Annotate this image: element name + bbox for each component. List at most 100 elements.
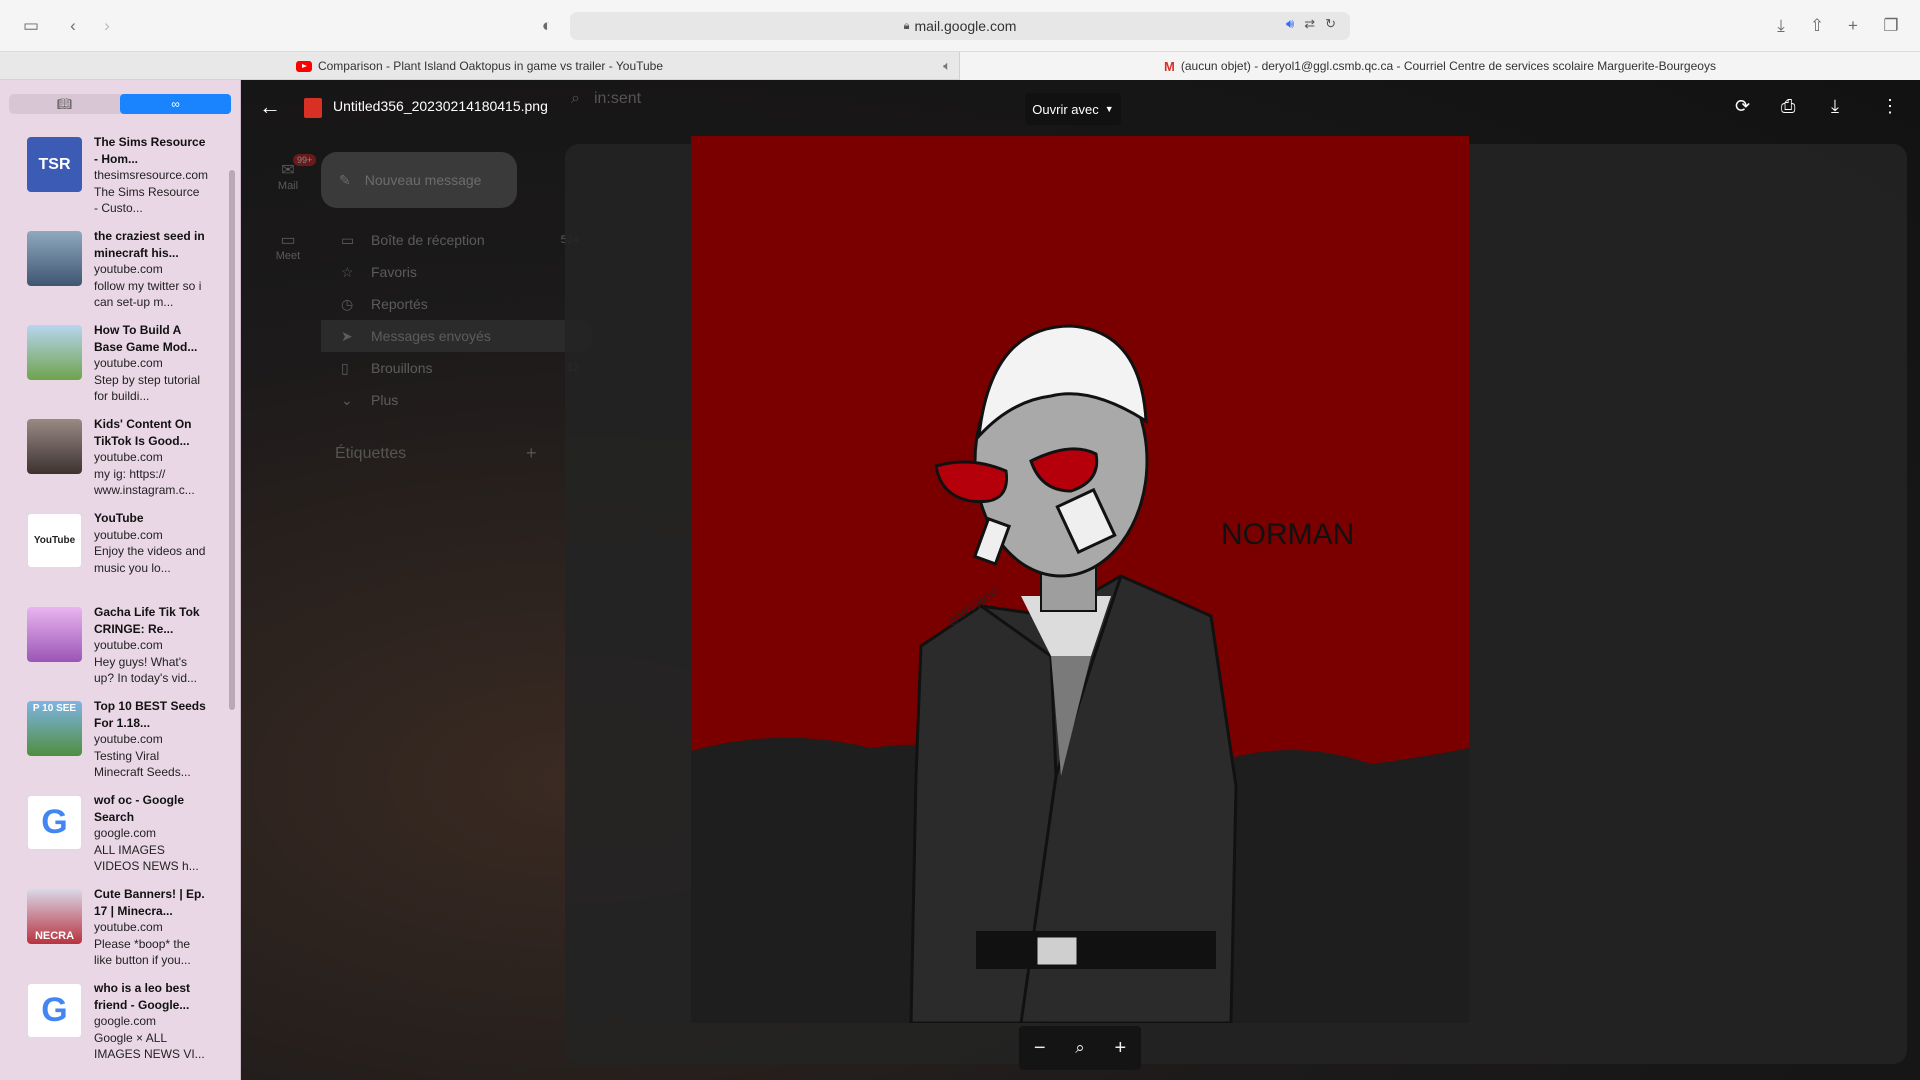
open-with-label: Ouvrir avec [1032, 101, 1099, 117]
zoom-reset-icon[interactable]: ⌕ [1075, 1038, 1085, 1058]
audio-icon[interactable]: 🔈︎ [943, 58, 951, 74]
tab-title: Comparison - Plant Island Oaktopus in ga… [317, 59, 664, 73]
list-item[interactable]: Kids' Content On TikTok Is Good... youtub… [0, 416, 240, 510]
video-icon: ▭ [280, 232, 296, 249]
google-logo-icon: G [27, 795, 82, 850]
reading-list: TSR The Sims Resource - Hom... thesimsres… [0, 134, 240, 1074]
compose-button[interactable]: ✎ Nouveau message [321, 152, 517, 208]
new-tab-icon[interactable]: + [1840, 13, 1866, 39]
folder-snoozed[interactable]: ◷ Reportés [321, 288, 593, 320]
tab-title: (aucun objet) - deryol1@ggl.csmb.qc.ca -… [1180, 59, 1716, 73]
youtube-favicon-icon [295, 60, 312, 72]
privacy-shield-icon[interactable]: ◐ [534, 13, 560, 39]
browser-sidebar: 📖︎ ∞ TSR The Sims Resource - Hom... thesi… [0, 80, 241, 1080]
folder-label: Brouillons [371, 360, 433, 376]
item-title: wof oc - Google Search [94, 793, 184, 824]
rail-label: Meet [275, 250, 301, 262]
address-bar[interactable]: 🔒︎ mail.google.com 🔊︎ ⇄ ↻ [570, 12, 1350, 40]
item-desc: Please *boop* the like button if you... [94, 936, 191, 968]
item-title: Cute Banners! | Ep. 17 | Minecra... [94, 887, 205, 918]
share-icon[interactable]: ⇧ [1804, 13, 1830, 39]
item-title: who is a leo best friend - Google... [94, 981, 191, 1012]
thumbnail [27, 231, 82, 286]
rail-mail[interactable]: ✉ 99+ Mail [263, 154, 317, 192]
thumbnail: NECRA [27, 889, 82, 944]
list-item[interactable]: G wof oc - Google Search google.com ALL IM… [0, 792, 240, 886]
star-icon: ☆ [341, 263, 354, 280]
tab-overview-icon[interactable]: ❐ [1878, 13, 1904, 39]
drawing-artwork: NORMAN @MrCyprus [691, 136, 1469, 1023]
folder-label: Reportés [371, 296, 428, 312]
reload-icon[interactable]: ↻ [1325, 16, 1336, 32]
thumbnail [27, 325, 82, 380]
sidebar-scrollbar[interactable] [229, 170, 235, 710]
item-site: youtube.com [94, 450, 163, 464]
folder-drafts[interactable]: ▯Brouillons12 [321, 352, 593, 384]
list-item[interactable]: NECRA Cute Banners! | Ep. 17 | Minecra..… [0, 886, 240, 980]
add-label-icon[interactable]: + [526, 443, 537, 464]
gmail-navigation: ✉ 99+ Mail ▭ Meet ✎ Nouveau message ▭ Boî… [241, 80, 593, 1080]
folder-more[interactable]: ⌄ Plus [321, 384, 593, 416]
download-icon[interactable]: ⤓ [1831, 96, 1839, 117]
list-item[interactable]: Gacha Life Tik Tok CRINGE: Re... youtube.… [0, 604, 240, 698]
folder-label: Boîte de réception [371, 232, 485, 248]
folder-starred[interactable]: ☆ Favoris [321, 256, 593, 288]
close-viewer-back-icon[interactable]: ← [259, 94, 281, 120]
badge: 99+ [293, 154, 317, 166]
item-desc: Enjoy the videos and music you lo... [94, 544, 206, 575]
item-desc: Step by step tutorial for buildi... [94, 372, 201, 404]
rail-label: Mail [277, 180, 299, 192]
drawing-name-text: NORMAN [1221, 518, 1354, 551]
list-item[interactable]: P 10 SEE Top 10 BEST Seeds For 1.18... yo… [0, 698, 240, 792]
list-item[interactable]: the craziest seed in minecraft his... you… [0, 228, 240, 322]
forward-icon[interactable]: › [94, 13, 120, 39]
zoom-in-icon[interactable]: + [1114, 1037, 1126, 1060]
item-desc: follow my twitter so i can set-up m... [94, 278, 202, 310]
item-title: Kids' Content On TikTok Is Good... [94, 417, 192, 448]
folder-sent[interactable]: ➤ Messages envoyés [321, 320, 593, 352]
reading-list-tab-icon[interactable]: ∞ [120, 94, 231, 114]
thumbnail [27, 607, 82, 662]
item-desc: Google × ALL IMAGES NEWS VI... [94, 1030, 205, 1062]
lock-icon: 🔒︎ [903, 19, 910, 32]
translate-icon[interactable]: ⇄ [1304, 16, 1315, 32]
thumbnail [27, 419, 82, 474]
list-item[interactable]: G who is a leo best friend - Google... go… [0, 980, 240, 1074]
thumbnail: TSR [27, 137, 82, 192]
rail-meet[interactable]: ▭ Meet [263, 230, 313, 262]
item-title: How To Build A Base Game Mod... [94, 323, 198, 354]
item-title: The Sims Resource - Hom... [94, 135, 206, 166]
list-item[interactable]: How To Build A Base Game Mod... youtube.c… [0, 322, 240, 416]
tab-bar: Comparison - Plant Island Oaktopus in ga… [0, 52, 1920, 80]
item-desc: The Sims Resource - Custo... [94, 184, 200, 216]
inbox-icon: ▭ [341, 231, 355, 248]
send-icon: ➤ [341, 327, 353, 344]
sidebar-toggle-icon[interactable]: ▭ [18, 13, 44, 39]
add-to-drive-icon[interactable]: ⟳ [1735, 96, 1750, 117]
item-site: thesimsresource.com [94, 168, 209, 182]
zoom-controls: − ⌕ + [1019, 1026, 1141, 1070]
bookmarks-tab-icon[interactable]: 📖︎ [9, 94, 120, 114]
folder-inbox[interactable]: ▭Boîte de réception524 [321, 224, 593, 256]
item-site: youtube.com [94, 527, 163, 542]
item-site: youtube.com [94, 732, 163, 746]
open-with-button[interactable]: Ouvrir avec ▼ [1025, 93, 1121, 125]
more-options-icon[interactable]: ⋮ [1881, 96, 1899, 117]
item-site: google.com [94, 1014, 157, 1028]
compose-label: Nouveau message [364, 172, 482, 188]
list-item[interactable]: YouTube YouTube youtube.com Enjoy the vide… [0, 510, 240, 604]
list-item[interactable]: TSR The Sims Resource - Hom... thesimsres… [0, 134, 240, 228]
tab-gmail[interactable]: M (aucun objet) - deryol1@ggl.csmb.qc.ca… [960, 52, 1920, 80]
tab-youtube[interactable]: Comparison - Plant Island Oaktopus in ga… [0, 52, 960, 80]
clock-icon: ◷ [341, 295, 354, 312]
item-site: google.com [94, 826, 157, 840]
pencil-icon: ✎ [339, 171, 351, 188]
draft-icon: ▯ [341, 359, 349, 376]
speaker-icon[interactable]: 🔊︎ [1286, 16, 1294, 32]
item-desc: Hey guys! What's up? In today's vid... [94, 654, 198, 686]
browser-toolbar: ▭ ‹ › ◐ 🔒︎ mail.google.com 🔊︎ ⇄ ↻ ⤓ ⇧ + … [0, 0, 1920, 52]
zoom-out-icon[interactable]: − [1034, 1037, 1046, 1060]
print-icon[interactable]: ⎙ [1781, 96, 1795, 117]
back-icon[interactable]: ‹ [60, 13, 86, 39]
downloads-icon[interactable]: ⤓ [1768, 13, 1794, 39]
